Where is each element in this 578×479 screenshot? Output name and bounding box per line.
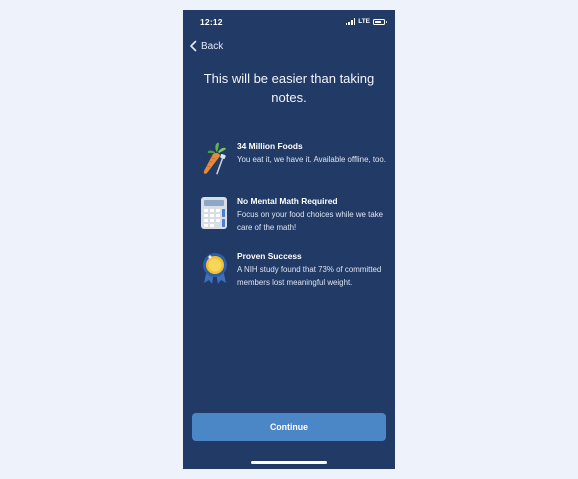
page-title: This will be easier than taking notes. <box>203 71 375 105</box>
network-label: LTE <box>358 18 370 25</box>
feature-title: No Mental Math Required <box>237 196 338 206</box>
feature-title: Proven Success <box>237 251 302 261</box>
feature-description: Focus on your food choices while we take… <box>237 210 384 232</box>
home-indicator[interactable] <box>251 461 327 464</box>
status-bar: 12:12 LTE <box>183 10 395 34</box>
phone-screen: 12:12 LTE Back This will be easier than … <box>183 10 395 469</box>
status-time: 12:12 <box>200 17 223 27</box>
carrot-icon <box>203 142 226 175</box>
battery-icon <box>373 18 387 25</box>
back-button[interactable]: Back <box>189 40 223 52</box>
feature-description: A NIH study found that 73% of committed … <box>237 265 382 287</box>
calculator-icon <box>201 197 227 229</box>
medal-icon <box>203 253 227 284</box>
feature-title: 34 Million Foods <box>237 141 303 151</box>
status-indicators: LTE <box>345 18 387 25</box>
feature-description: You eat it, we have it. Available offlin… <box>237 155 387 164</box>
chevron-left-icon <box>190 40 197 52</box>
signal-icon <box>345 18 356 25</box>
back-label: Back <box>201 40 224 52</box>
continue-button[interactable]: Continue <box>192 413 386 441</box>
